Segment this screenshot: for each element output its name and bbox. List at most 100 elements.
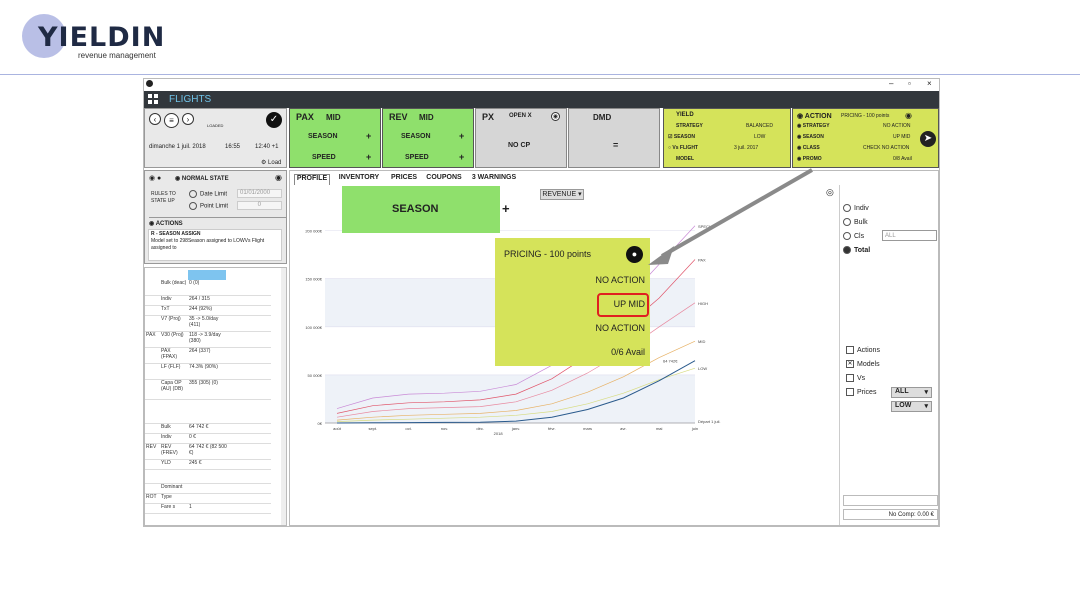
x-tick-label: févr.	[548, 426, 556, 431]
action-strategy-value: NO ACTION	[883, 123, 911, 129]
grid-row[interactable]: REV REV (FREV) 64 742 € (82 500 €)	[145, 443, 271, 460]
send-icon[interactable]: ➤	[920, 131, 936, 147]
grid-row-value: 1	[189, 504, 192, 510]
dmd-label: DMD	[593, 113, 612, 122]
grid-row-label: LF (FLF)	[161, 364, 181, 370]
px-target-icon[interactable]: ◉	[551, 112, 560, 121]
minimize-button[interactable]: –	[889, 79, 893, 88]
point-limit-option[interactable]: Point Limit	[189, 202, 228, 210]
x-tick-label: janv.	[511, 426, 520, 431]
x-tick-label: mars	[583, 426, 592, 431]
yield-panel[interactable]: YIELD STRATEGY BALANCED ☑ SEASON LOW ○ V…	[663, 108, 791, 168]
date-limit-option[interactable]: Date Limit	[189, 190, 227, 198]
dmd-panel[interactable]: DMD =	[568, 108, 660, 168]
y-tick-label: 50 000€	[308, 373, 323, 378]
y-tick-label: 100 000€	[305, 325, 322, 330]
yield-season-label[interactable]: ☑ SEASON	[668, 134, 695, 140]
prices-low-dropdown[interactable]: LOW ▾	[891, 401, 932, 412]
x-tick-label: août	[333, 426, 342, 431]
actions-title: ACTIONS	[155, 221, 183, 227]
tab-inventory[interactable]: INVENTORY	[334, 174, 384, 185]
rev-panel[interactable]: REV MID SEASON + SPEED +	[382, 108, 474, 168]
option-cls[interactable]: Cls	[843, 232, 864, 240]
action-panel[interactable]: ◉ ACTION PRICING - 100 points ◉ ◉ STRATE…	[792, 108, 939, 168]
state-icons[interactable]: ◉ ●	[149, 174, 161, 182]
rules-label: RULES TO STATE UP	[151, 191, 176, 204]
check-actions[interactable]: Actions	[846, 346, 880, 354]
option-bulk-label: Bulk	[854, 218, 868, 226]
actions-list[interactable]: R - SEASON ASSIGN Model set to 298Season…	[148, 229, 282, 261]
yield-vsflight-value: 3 juil. 2017	[734, 145, 759, 151]
grid-row-label: Bulk	[161, 424, 171, 430]
forward-icon[interactable]: ›	[182, 113, 194, 125]
state-target-icon[interactable]: ◉	[275, 173, 282, 182]
grid-row-value: 74.3% (90%)	[189, 364, 218, 370]
cls-input[interactable]: ALL	[882, 230, 937, 241]
y-tick-label: 150 000€	[305, 277, 322, 282]
back-icon[interactable]: ‹	[149, 113, 161, 125]
grid-menu-icon[interactable]	[148, 94, 158, 104]
prices-all-dropdown[interactable]: ALL ▾	[891, 387, 932, 398]
grid-row[interactable]	[145, 399, 271, 424]
pricing-line-4: 0/6 Avail	[611, 347, 645, 357]
grid-row[interactable]: LF (FLF) 74.3% (90%)	[145, 363, 271, 380]
maximize-button[interactable]: ▫	[908, 79, 911, 88]
close-button[interactable]: ×	[927, 79, 932, 88]
action-promo-label: ◉ PROMO	[797, 156, 822, 162]
yield-vsflight-label[interactable]: ○ Vs FLIGHT	[668, 145, 698, 151]
action-class-label: ◉ CLASS	[797, 145, 820, 151]
chart-settings-icon[interactable]: ◎	[826, 187, 834, 198]
grid-scrollbar[interactable]	[281, 268, 286, 525]
check-vs[interactable]: Vs	[846, 374, 865, 382]
point-limit-input[interactable]: 0	[237, 201, 282, 210]
grid-row[interactable]: Capa OP (AU) (DB) 355 (305) (0)	[145, 379, 271, 400]
pax-panel[interactable]: PAX MID SEASON + SPEED +	[289, 108, 381, 168]
grid-row[interactable]: Fare s 1	[145, 503, 271, 514]
action-target-icon[interactable]: ◉	[905, 111, 912, 120]
grid-row-value: 35 -> 5.0/day (411)	[189, 316, 219, 328]
date-limit-input[interactable]: 01/01/2000	[237, 189, 282, 198]
pax-season-plus[interactable]: +	[366, 131, 371, 141]
option-bulk[interactable]: Bulk	[843, 218, 868, 226]
comp-input[interactable]	[843, 495, 938, 506]
tab-coupons[interactable]: COUPONS	[423, 174, 465, 185]
px-panel[interactable]: PX OPEN X ◉ NO CP	[475, 108, 567, 168]
grid-row[interactable]	[145, 469, 271, 484]
tab-profile[interactable]: PROFILE	[294, 174, 330, 185]
load-button[interactable]: ⚙ Load	[261, 159, 281, 166]
menu-icon[interactable]: ≡	[164, 113, 179, 128]
rev-season-plus[interactable]: +	[459, 131, 464, 141]
grid-row[interactable]: V7 (Proj) 35 -> 5.0/day (411)	[145, 315, 271, 332]
pricing-popup[interactable]: PRICING - 100 points ● NO ACTION UP MID …	[495, 238, 650, 366]
grid-row[interactable]: PAX V30 (Proj) 118 -> 3.9/day (380)	[145, 331, 271, 348]
revenue-dropdown[interactable]: REVENUE ▾	[540, 189, 584, 200]
tab-3-warnings[interactable]: 3 WARNINGS	[469, 174, 519, 185]
season-popup[interactable]: SEASON +	[342, 186, 510, 233]
grid-row[interactable]: Bulk (deac) 0 (0)	[145, 279, 271, 296]
check-prices[interactable]: Prices	[846, 388, 876, 396]
y-tick-label: 200 000€	[305, 229, 322, 234]
grid-row[interactable]: PAX (FPAX) 264 (337)	[145, 347, 271, 364]
actions-header: ◉ ACTIONS	[149, 217, 286, 227]
rev-speed: SPEED	[405, 154, 429, 161]
check-models[interactable]: ✕ Models	[846, 360, 880, 368]
option-total[interactable]: Total	[843, 246, 870, 254]
check-prices-label: Prices	[857, 388, 877, 396]
option-indiv[interactable]: Indiv	[843, 204, 869, 212]
check-models-label: Models	[857, 360, 880, 368]
rev-value: MID	[419, 113, 434, 122]
rev-speed-plus[interactable]: +	[459, 152, 464, 162]
x-tick-label: juin	[691, 426, 698, 431]
stats-grid[interactable]: Bulk (deac) 0 (0) Indiv 264 / 315 TxT 244 (92…	[144, 267, 287, 526]
load-label: Load	[268, 160, 282, 166]
season-popup-plus[interactable]: +	[502, 201, 510, 216]
tab-prices[interactable]: PRICES	[389, 174, 419, 185]
date-limit-label: Date Limit	[200, 191, 228, 198]
confirm-check-icon[interactable]: ✓	[266, 112, 282, 128]
grid-row-group: REV	[146, 444, 157, 450]
flight-date: dimanche 1 juil. 2018	[149, 144, 206, 150]
x-tick-label: sept.	[368, 426, 377, 431]
chat-bubble-icon[interactable]: ●	[626, 246, 643, 263]
yield-model-label: MODEL	[676, 156, 695, 162]
pax-speed-plus[interactable]: +	[366, 152, 371, 162]
